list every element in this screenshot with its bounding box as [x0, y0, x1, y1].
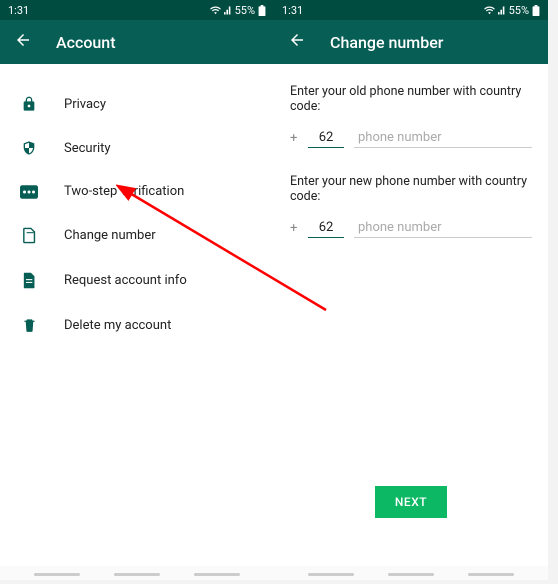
new-country-code-input[interactable] — [308, 218, 344, 238]
menu-label: Security — [64, 141, 111, 156]
battery-icon — [532, 5, 540, 16]
menu-label: Request account info — [64, 273, 187, 288]
next-button[interactable]: NEXT — [375, 486, 447, 518]
old-phone-input[interactable] — [354, 128, 532, 148]
battery-icon — [258, 5, 266, 16]
status-time: 1:31 — [8, 4, 29, 17]
new-number-label: Enter your new phone number with country… — [290, 174, 532, 204]
plus-sign: + — [290, 131, 298, 148]
menu-label: Two-step verification — [64, 184, 184, 199]
new-phone-input[interactable] — [354, 218, 532, 238]
change-number-form: Enter your old phone number with country… — [274, 64, 548, 566]
battery-text: 55% — [235, 4, 255, 17]
sim-icon — [20, 227, 38, 244]
menu-item-twostep[interactable]: Two-step verification — [0, 170, 274, 213]
status-bar: 1:31 55% — [274, 0, 548, 20]
dots-icon — [20, 185, 38, 199]
wifi-icon — [210, 6, 221, 15]
signal-icon — [224, 6, 232, 15]
plus-sign: + — [290, 221, 298, 238]
back-icon[interactable] — [14, 31, 32, 53]
app-bar: Account — [0, 20, 274, 64]
status-bar: 1:31 55% — [0, 0, 274, 20]
menu-label: Delete my account — [64, 318, 171, 333]
menu-item-security[interactable]: Security — [0, 126, 274, 170]
menu-label: Change number — [64, 228, 156, 243]
old-country-code-input[interactable] — [308, 128, 344, 148]
lock-icon — [20, 96, 38, 112]
android-navbar — [0, 566, 274, 580]
page-title: Account — [56, 33, 116, 52]
shield-icon — [20, 140, 38, 156]
nav-recent[interactable] — [34, 573, 80, 576]
back-icon[interactable] — [288, 31, 306, 53]
menu-label: Privacy — [64, 97, 106, 112]
nav-home[interactable] — [388, 573, 434, 576]
menu-item-change-number[interactable]: Change number — [0, 213, 274, 258]
account-screen: 1:31 55% Account Privacy Security — [0, 0, 274, 580]
trash-icon — [20, 317, 38, 333]
old-number-label: Enter your old phone number with country… — [290, 84, 532, 114]
wifi-icon — [484, 6, 495, 15]
change-number-screen: 1:31 55% Change number Enter your old ph… — [274, 0, 548, 580]
status-time: 1:31 — [282, 4, 303, 17]
status-icons: 55% — [210, 4, 266, 17]
nav-recent[interactable] — [308, 573, 354, 576]
new-number-row: + — [290, 218, 532, 238]
app-bar: Change number — [274, 20, 548, 64]
menu-item-delete-account[interactable]: Delete my account — [0, 303, 274, 347]
account-menu: Privacy Security Two-step verification C… — [0, 64, 274, 365]
android-navbar — [274, 566, 548, 580]
page-title: Change number — [330, 33, 443, 52]
signal-icon — [498, 6, 506, 15]
old-number-row: + — [290, 128, 532, 148]
menu-item-request-info[interactable]: Request account info — [0, 258, 274, 303]
nav-back[interactable] — [194, 573, 240, 576]
doc-icon — [20, 272, 38, 289]
nav-home[interactable] — [114, 573, 160, 576]
menu-item-privacy[interactable]: Privacy — [0, 82, 274, 126]
nav-back[interactable] — [468, 573, 514, 576]
battery-text: 55% — [509, 4, 529, 17]
status-icons: 55% — [484, 4, 540, 17]
